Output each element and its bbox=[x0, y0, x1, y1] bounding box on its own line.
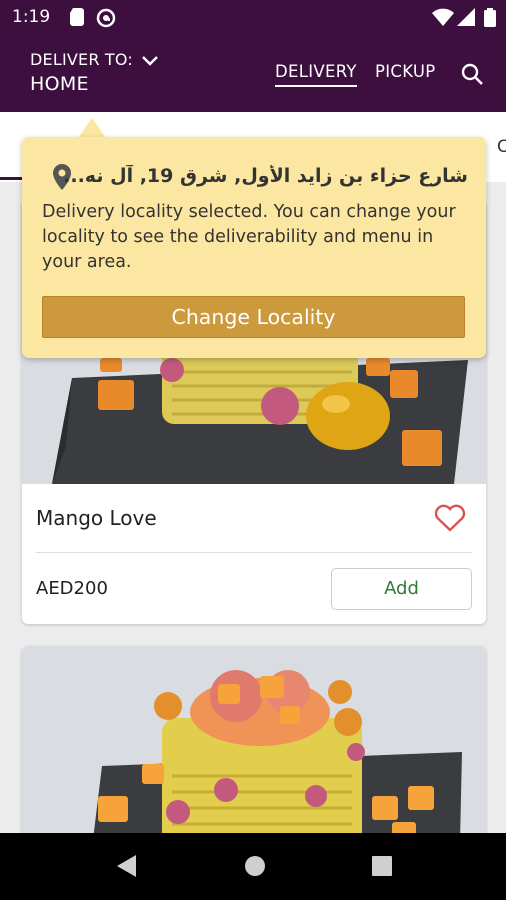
product-price: AED200 bbox=[36, 578, 108, 599]
add-button[interactable]: Add bbox=[331, 568, 472, 610]
heart-icon[interactable] bbox=[434, 504, 466, 536]
product-name[interactable]: Mango Love bbox=[36, 506, 157, 530]
system-nav-bar bbox=[0, 833, 506, 900]
tooltip-message: Delivery locality selected. You can chan… bbox=[42, 202, 456, 272]
search-icon[interactable] bbox=[460, 62, 484, 90]
signal-icon bbox=[457, 8, 475, 30]
status-bar: 1:19 bbox=[0, 0, 506, 34]
at-sign-icon bbox=[96, 8, 116, 32]
sd-card-icon bbox=[70, 8, 84, 30]
delivery-location-name[interactable]: HOME bbox=[30, 73, 89, 95]
deliver-to-label: DELIVER TO: bbox=[30, 50, 133, 69]
category-tab-peek[interactable]: C bbox=[497, 137, 506, 157]
home-icon[interactable] bbox=[242, 853, 268, 883]
status-time: 1:19 bbox=[12, 7, 51, 27]
recents-icon[interactable] bbox=[370, 853, 394, 883]
chevron-down-icon bbox=[142, 55, 159, 66]
change-locality-button[interactable]: Change Locality bbox=[42, 296, 465, 338]
tab-delivery[interactable]: DELIVERY bbox=[275, 62, 357, 87]
locality-tooltip: شارع حزاء بن زايد الأول, شرق 19, آل نه..… bbox=[22, 137, 486, 358]
app-header: DELIVER TO: HOME DELIVERY PICKUP bbox=[0, 34, 506, 112]
battery-icon bbox=[484, 8, 496, 31]
divider bbox=[36, 552, 472, 553]
tooltip-arrow bbox=[78, 118, 106, 138]
back-icon[interactable] bbox=[114, 853, 138, 883]
wifi-icon bbox=[432, 8, 454, 30]
tab-pickup[interactable]: PICKUP bbox=[375, 62, 436, 81]
selected-address: شارع حزاء بن زايد الأول, شرق 19, آل نه..… bbox=[63, 165, 468, 187]
deliver-to-selector[interactable]: DELIVER TO: bbox=[30, 50, 159, 69]
